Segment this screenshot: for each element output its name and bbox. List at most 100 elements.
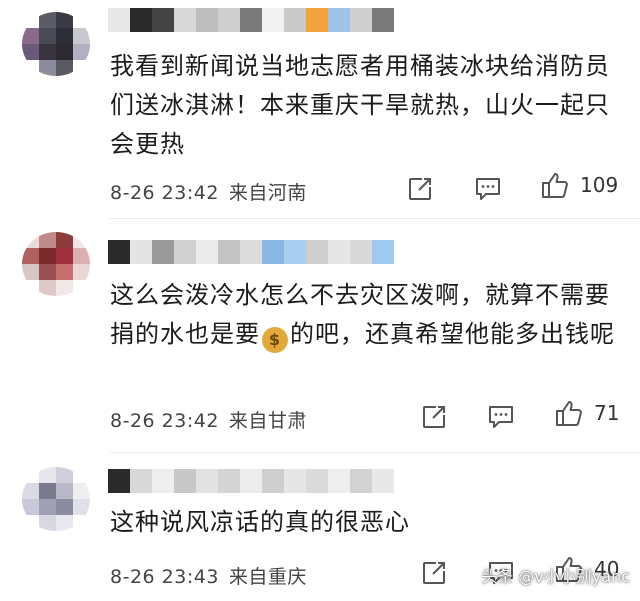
comment-time: 8-26 23:42 xyxy=(110,410,219,432)
username-pixel xyxy=(152,469,174,493)
avatar-pixel xyxy=(73,499,90,515)
username-pixel xyxy=(196,8,218,32)
username-pixel xyxy=(372,240,394,264)
username-pixel xyxy=(372,8,394,32)
avatar-pixel xyxy=(22,248,39,264)
avatar-pixel xyxy=(56,232,73,248)
avatar-pixel xyxy=(22,60,39,76)
comment-button[interactable] xyxy=(474,174,502,204)
share-button[interactable] xyxy=(420,402,448,432)
avatar-pixel xyxy=(39,44,56,60)
comment-time: 8-26 23:43 xyxy=(110,566,219,588)
username-pixel xyxy=(350,240,372,264)
share-button[interactable] xyxy=(406,174,434,204)
username-pixel xyxy=(284,8,306,32)
comment-meta: 8-26 23:42 来自甘肃 xyxy=(110,406,307,433)
share-icon xyxy=(423,406,445,428)
username-pixel xyxy=(262,8,284,32)
thumbs-up-icon xyxy=(542,173,568,198)
comment-icon xyxy=(476,178,500,200)
avatar-pixel xyxy=(73,264,90,280)
avatar-pixel xyxy=(39,499,56,515)
avatar-pixel xyxy=(56,248,73,264)
comment-location: 来自河南 xyxy=(228,182,307,204)
avatar-pixel xyxy=(39,248,56,264)
username-pixel xyxy=(328,8,350,32)
avatar-pixel xyxy=(73,483,90,499)
comment-meta: 8-26 23:42 来自河南 xyxy=(110,178,307,205)
avatar[interactable] xyxy=(22,232,90,296)
username-pixel xyxy=(350,8,372,32)
username-pixel xyxy=(284,469,306,493)
username-pixel xyxy=(306,469,328,493)
avatar-pixel xyxy=(39,12,56,28)
avatar-pixel xyxy=(56,483,73,499)
avatar-pixel xyxy=(73,280,90,296)
avatar-pixel xyxy=(39,60,56,76)
avatar-pixel xyxy=(56,12,73,28)
avatar-pixel xyxy=(39,483,56,499)
like-count: 71 xyxy=(594,401,620,425)
username-pixel xyxy=(240,8,262,32)
comment-button[interactable] xyxy=(487,402,515,432)
username-pixel xyxy=(152,8,174,32)
username-pixel xyxy=(108,469,130,493)
comment-location: 来自甘肃 xyxy=(228,410,307,432)
avatar-pixel xyxy=(22,264,39,280)
username-pixel xyxy=(108,8,130,32)
username-pixel xyxy=(108,240,130,264)
username-pixel xyxy=(218,469,240,493)
share-icon xyxy=(409,178,431,200)
username-blurred[interactable] xyxy=(108,8,394,32)
avatar-pixel xyxy=(56,499,73,515)
username-pixel xyxy=(174,469,196,493)
avatar-pixel xyxy=(39,280,56,296)
share-button[interactable] xyxy=(420,558,448,588)
username-blurred[interactable] xyxy=(108,469,394,493)
avatar-pixel xyxy=(73,515,90,531)
username-pixel xyxy=(284,240,306,264)
username-pixel xyxy=(262,240,284,264)
like-button[interactable]: 109 xyxy=(540,170,618,200)
comment-location: 来自重庆 xyxy=(228,566,307,588)
avatar-pixel xyxy=(56,264,73,280)
avatar[interactable] xyxy=(22,12,90,76)
username-pixel xyxy=(328,469,350,493)
username-pixel xyxy=(372,469,394,493)
avatar-pixel xyxy=(39,264,56,280)
avatar-pixel xyxy=(73,28,90,44)
avatar-pixel xyxy=(56,44,73,60)
avatar-pixel xyxy=(22,12,39,28)
username-pixel xyxy=(196,240,218,264)
avatar-pixel xyxy=(39,232,56,248)
username-blurred[interactable] xyxy=(108,240,394,264)
avatar-pixel xyxy=(22,483,39,499)
comment-icon xyxy=(489,406,513,428)
money-bag-icon: $ xyxy=(262,327,288,353)
username-pixel xyxy=(152,240,174,264)
username-pixel xyxy=(306,8,328,32)
comment-item: 我看到新闻说当地志愿者用桶装冰块给消防员们送冰淇淋！本来重庆干旱就热，山火一起只… xyxy=(0,0,640,220)
avatar-pixel xyxy=(73,232,90,248)
watermark: 头条 @v小小别yanc xyxy=(481,567,630,586)
avatar-pixel xyxy=(39,467,56,483)
divider xyxy=(110,452,640,453)
comment-meta: 8-26 23:43 来自重庆 xyxy=(110,562,307,589)
avatar-pixel xyxy=(39,28,56,44)
avatar-pixel xyxy=(73,60,90,76)
avatar-pixel xyxy=(56,60,73,76)
username-pixel xyxy=(328,240,350,264)
avatar-pixel xyxy=(56,515,73,531)
avatar-pixel xyxy=(73,44,90,60)
avatar-pixel xyxy=(73,12,90,28)
like-count: 109 xyxy=(580,173,619,197)
thumbs-up-icon xyxy=(556,401,582,426)
avatar-pixel xyxy=(22,232,39,248)
avatar-pixel xyxy=(22,467,39,483)
avatar-pixel xyxy=(22,515,39,531)
username-pixel xyxy=(218,240,240,264)
avatar[interactable] xyxy=(22,467,90,531)
like-button[interactable]: 71 xyxy=(554,398,619,428)
comment-text: 这么会泼冷水怎么不去灾区泼啊，就算不需要捐的水也是要 $ 的吧，还真希望他能多出钱呢 xyxy=(110,276,618,354)
username-pixel xyxy=(306,240,328,264)
